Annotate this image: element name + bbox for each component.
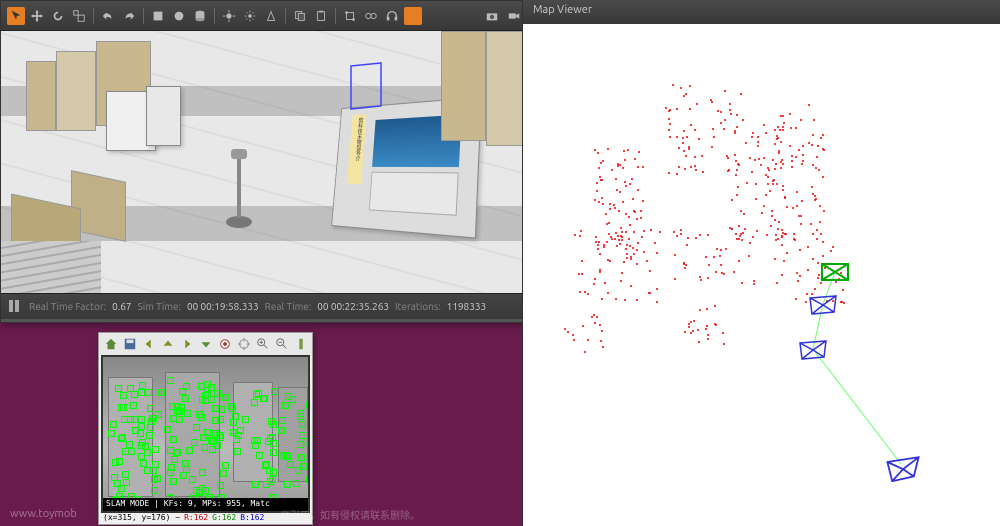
orb-status-text: SLAM MODE | KFs: 9, MPs: 955, Matc xyxy=(103,498,308,511)
gazebo-toolbar xyxy=(1,1,529,31)
move-tool[interactable] xyxy=(28,7,46,25)
camera-icon[interactable] xyxy=(483,7,501,25)
headphone-tool[interactable] xyxy=(383,7,401,25)
crosshair-icon[interactable] xyxy=(236,336,251,352)
watermark-left: www.toymob xyxy=(10,508,77,520)
prev-icon[interactable] xyxy=(141,336,156,352)
map-canvas[interactable] xyxy=(523,24,1000,526)
record-tool[interactable] xyxy=(404,7,422,25)
watermark-right: CSDN @AI_潜行者 xyxy=(901,504,990,520)
rtf-value: 0.67 xyxy=(112,301,131,312)
light-spot-tool[interactable] xyxy=(262,7,280,25)
snap-tool[interactable] xyxy=(341,7,359,25)
map-viewer-window: Map Viewer xyxy=(522,0,1000,526)
home-icon[interactable] xyxy=(103,336,118,352)
map-viewer-title: Map Viewer xyxy=(523,0,1000,24)
iter-value: 1198333 xyxy=(447,301,486,312)
pause-icon[interactable] xyxy=(9,300,23,314)
realtime-value: 00 00:22:35.263 xyxy=(317,301,389,312)
sphere-tool[interactable] xyxy=(170,7,188,25)
light-point-tool[interactable] xyxy=(220,7,238,25)
zoom-in-icon[interactable] xyxy=(255,336,270,352)
scale-tool[interactable] xyxy=(70,7,88,25)
info-icon[interactable] xyxy=(293,336,308,352)
video-icon[interactable] xyxy=(505,7,523,25)
orb-image-view[interactable]: SLAM MODE | KFs: 9, MPs: 955, Matc xyxy=(101,355,310,513)
up-icon[interactable] xyxy=(160,336,175,352)
cylinder-tool[interactable] xyxy=(191,7,209,25)
copy-tool[interactable] xyxy=(291,7,309,25)
orb-toolbar xyxy=(99,333,312,355)
gazebo-3d-viewport[interactable]: 软科技未物馆导介 xyxy=(1,31,529,293)
target-icon[interactable] xyxy=(217,336,232,352)
next-icon[interactable] xyxy=(179,336,194,352)
joint-tool[interactable] xyxy=(362,7,380,25)
box-tool[interactable] xyxy=(149,7,167,25)
simtime-value: 00 00:19:58.333 xyxy=(187,301,259,312)
save-icon[interactable] xyxy=(122,336,137,352)
realtime-label: Real Time: xyxy=(265,301,312,312)
rotate-tool[interactable] xyxy=(49,7,67,25)
rtf-label: Real Time Factor: xyxy=(29,301,106,312)
cursor-tool[interactable] xyxy=(7,7,25,25)
iter-label: Iterations: xyxy=(395,301,441,312)
disclaimer-text: 非引用，如有侵权请联系删除。 xyxy=(280,507,420,522)
gazebo-status-bar: Real Time Factor: 0.67 Sim Time: 00 00:1… xyxy=(1,293,529,319)
orb-frame-window: SLAM MODE | KFs: 9, MPs: 955, Matc (x=31… xyxy=(98,332,313,525)
light-sun-tool[interactable] xyxy=(241,7,259,25)
paste-tool[interactable] xyxy=(312,7,330,25)
zoom-out-icon[interactable] xyxy=(274,336,289,352)
undo-tool[interactable] xyxy=(99,7,117,25)
simtime-label: Sim Time: xyxy=(138,301,181,312)
redo-tool[interactable] xyxy=(120,7,138,25)
down-icon[interactable] xyxy=(198,336,213,352)
gazebo-window: 软科技未物馆导介 Real Time Factor: 0.67 Sim Time… xyxy=(0,0,530,323)
